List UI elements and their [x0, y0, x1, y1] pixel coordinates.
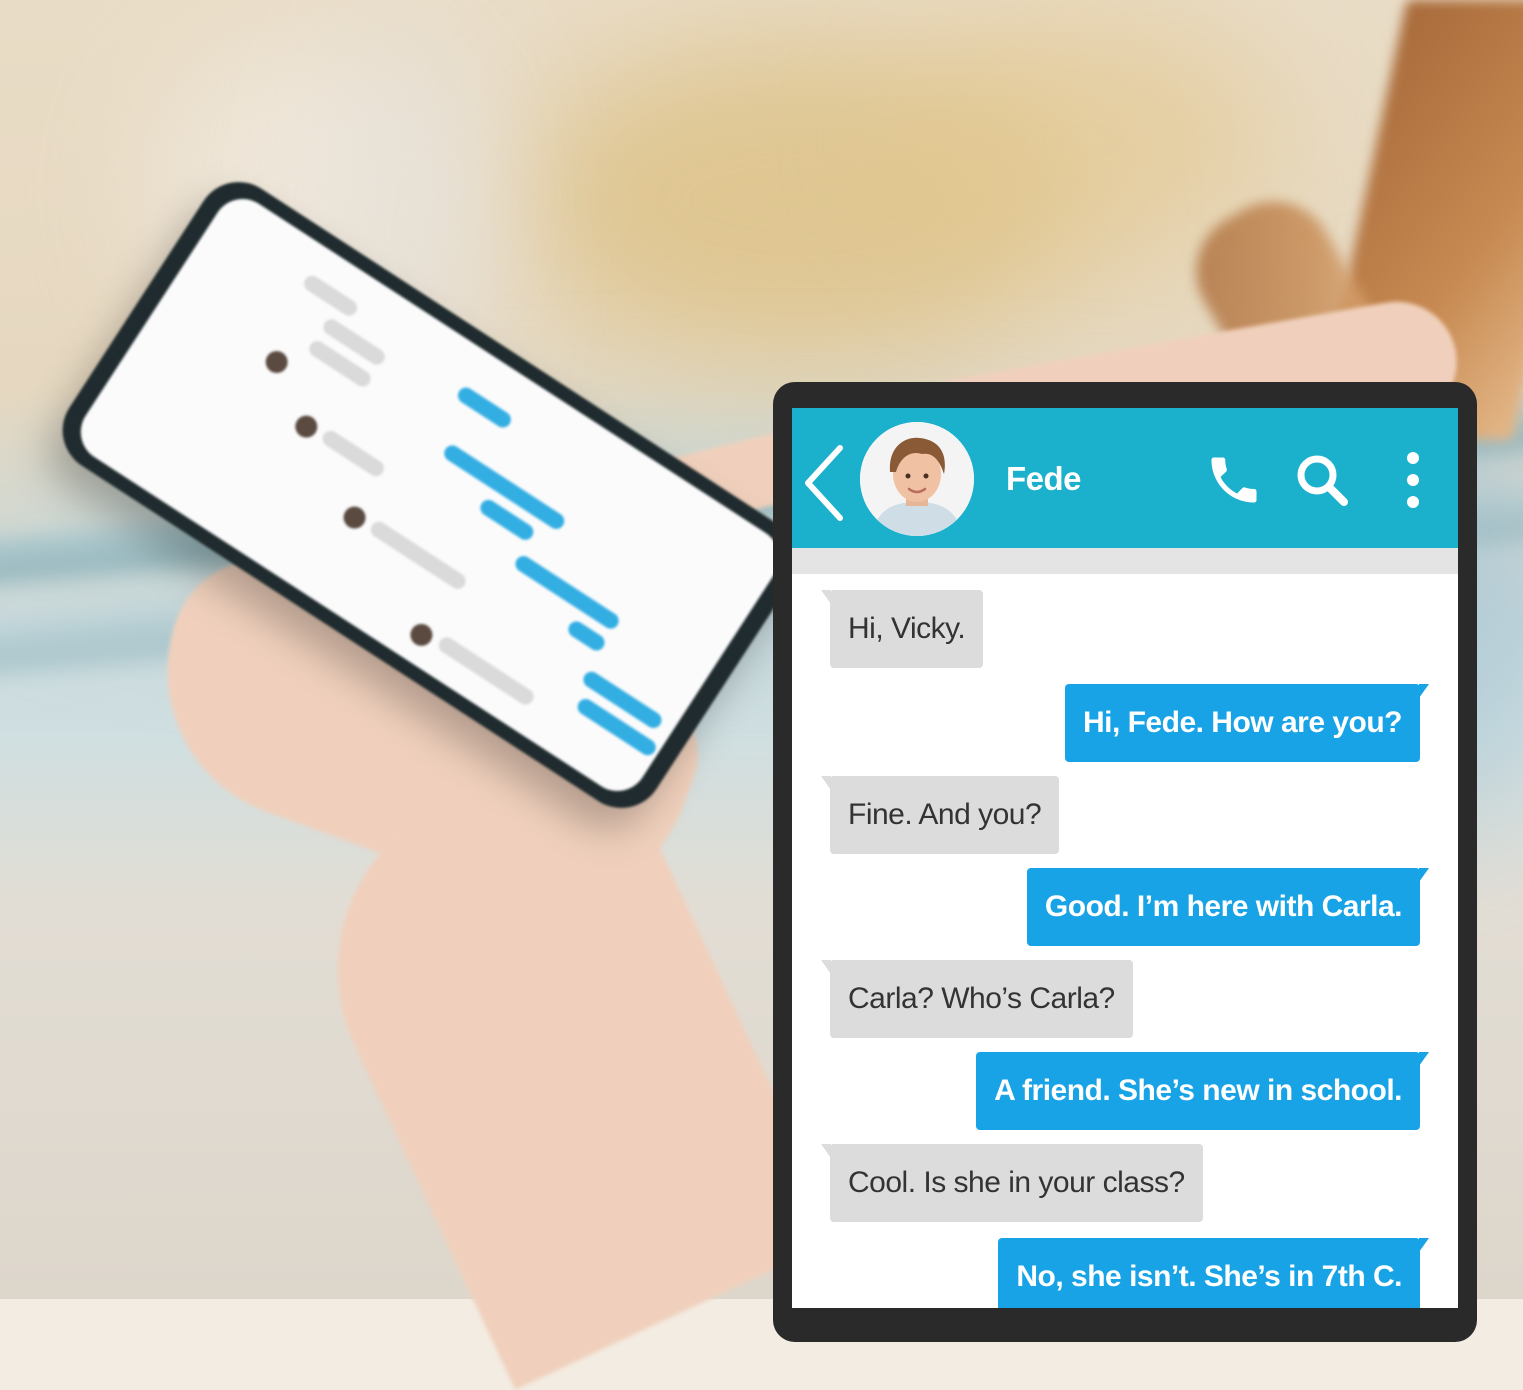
header-divider	[792, 548, 1458, 574]
incoming-message[interactable]: Carla? Who’s Carla?	[821, 960, 1133, 1038]
chat-header: Fede	[792, 408, 1458, 548]
chevron-left-icon	[805, 445, 843, 521]
back-button[interactable]	[796, 442, 856, 524]
avatar-photo	[860, 422, 974, 536]
more-options-button[interactable]	[1388, 450, 1438, 510]
search-button[interactable]	[1292, 450, 1352, 510]
outgoing-message[interactable]: Good. I’m here with Carla.	[1026, 868, 1430, 946]
call-button[interactable]	[1204, 450, 1264, 510]
search-icon	[1297, 455, 1348, 506]
incoming-message[interactable]: Hi, Vicky.	[820, 590, 984, 668]
phone-icon	[1211, 457, 1257, 503]
chat-screen: Fede Hi, Vicky. Hi, Fede. How are you? F…	[792, 408, 1458, 1308]
contact-avatar[interactable]	[860, 422, 974, 536]
incoming-message[interactable]: Cool. Is she in your class?	[821, 1144, 1203, 1222]
contact-name: Fede	[1006, 460, 1082, 497]
outgoing-message[interactable]: A friend. She’s new in school.	[976, 1052, 1429, 1130]
outgoing-message[interactable]: No, she isn’t. She’s in 7th C.	[998, 1238, 1429, 1308]
incoming-message[interactable]: Fine. And you?	[820, 776, 1060, 854]
more-vertical-icon	[1407, 452, 1419, 508]
outgoing-message[interactable]: Hi, Fede. How are you?	[1064, 684, 1430, 762]
